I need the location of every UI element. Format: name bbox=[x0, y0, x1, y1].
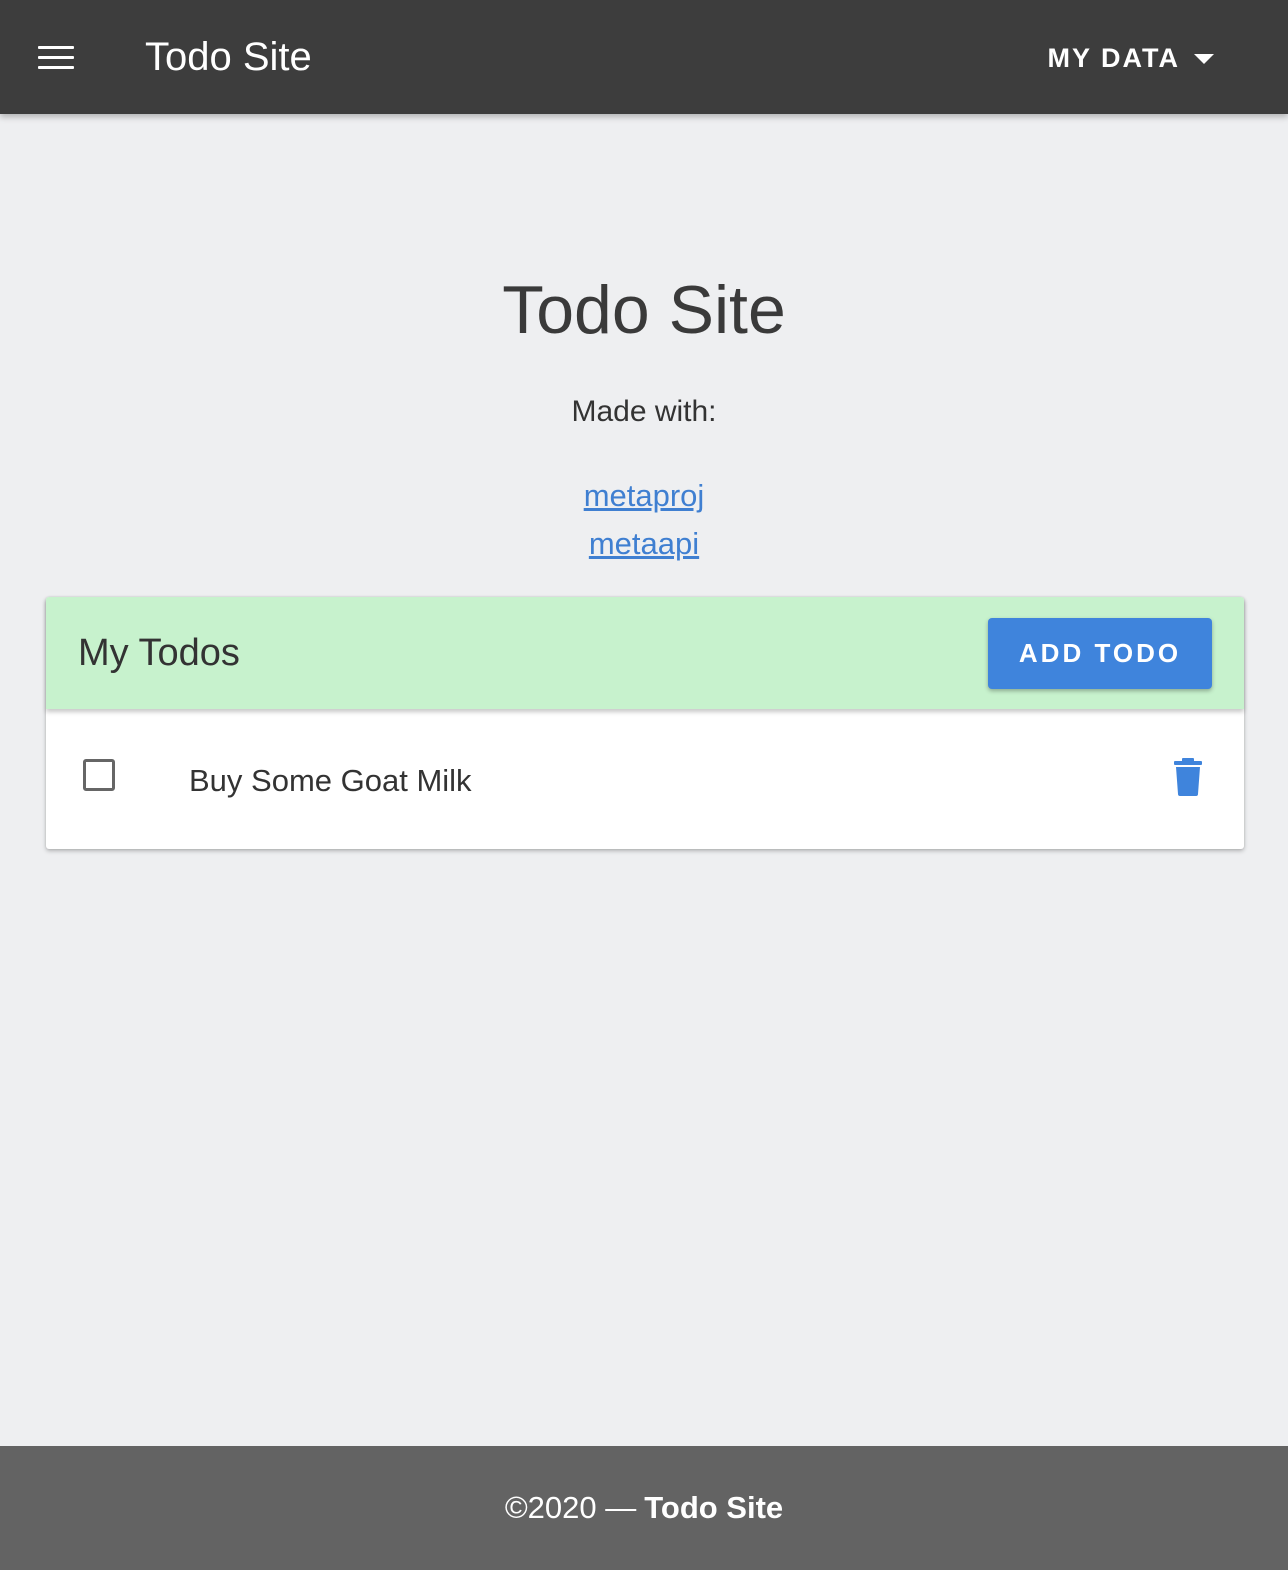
made-with-links: metaproj metaapi bbox=[0, 472, 1288, 568]
footer-site-name: Todo Site bbox=[644, 1490, 784, 1525]
metaapi-link[interactable]: metaapi bbox=[589, 520, 699, 568]
trash-icon[interactable] bbox=[1172, 757, 1204, 797]
caret-down-icon bbox=[1194, 54, 1214, 64]
page-title: Todo Site bbox=[502, 272, 786, 348]
todo-checkbox[interactable] bbox=[83, 759, 115, 791]
add-todo-button[interactable]: ADD TODO bbox=[988, 618, 1212, 689]
menu-line bbox=[38, 45, 74, 49]
trash-icon-svg bbox=[1174, 758, 1202, 796]
footer: ©2020 — Todo Site bbox=[0, 1446, 1288, 1570]
metaproj-link[interactable]: metaproj bbox=[584, 472, 705, 520]
my-data-dropdown-button[interactable]: MY DATA bbox=[1047, 36, 1214, 80]
app-bar: Todo Site MY DATA bbox=[0, 0, 1288, 114]
menu-line bbox=[38, 55, 74, 59]
menu-line bbox=[38, 65, 74, 69]
todos-card: My Todos ADD TODO Buy Some Goat Milk bbox=[46, 597, 1244, 849]
todos-card-header: My Todos ADD TODO bbox=[46, 597, 1244, 709]
my-data-label: MY DATA bbox=[1047, 42, 1180, 73]
todo-text: Buy Some Goat Milk bbox=[189, 763, 472, 798]
made-with-label: Made with: bbox=[571, 395, 717, 428]
app-bar-title: Todo Site bbox=[145, 35, 312, 79]
footer-copyright: ©2020 — bbox=[504, 1490, 637, 1525]
hamburger-menu-icon[interactable] bbox=[22, 29, 90, 85]
todos-card-title: My Todos bbox=[78, 632, 240, 674]
todo-item: Buy Some Goat Milk bbox=[46, 709, 1244, 849]
